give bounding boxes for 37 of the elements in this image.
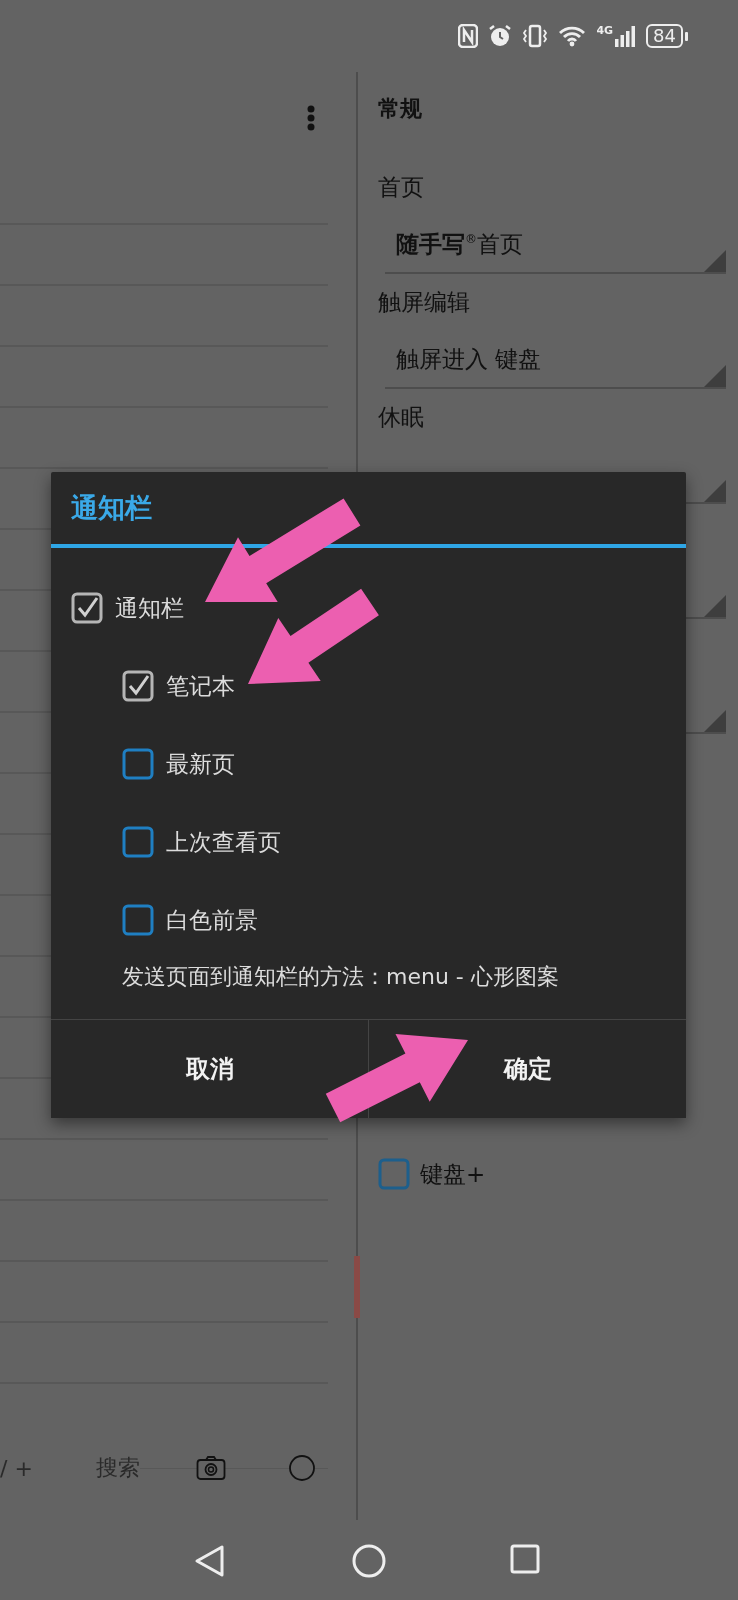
checkbox[interactable] (122, 670, 154, 702)
option-label[interactable]: 通知栏 (115, 592, 184, 624)
home-icon[interactable] (352, 1544, 386, 1578)
section-title: 常规 (378, 95, 422, 123)
checkbox[interactable] (122, 826, 154, 858)
cancel-button[interactable]: 取消 (51, 1020, 368, 1118)
dropdown-triangle-icon[interactable] (704, 595, 726, 617)
battery-level: 84 (646, 24, 683, 48)
recents-icon[interactable] (510, 1544, 540, 1574)
wifi-icon (558, 25, 587, 47)
setting-label: 休眠 (378, 403, 424, 432)
dialog-title: 通知栏 (71, 491, 152, 525)
back-icon[interactable] (194, 1544, 226, 1578)
checkbox[interactable] (71, 592, 103, 624)
more-icon[interactable] (306, 105, 316, 131)
scrollbar-thumb (354, 1256, 360, 1318)
setting-label: 触屏编辑 (378, 288, 470, 317)
checkbox[interactable] (122, 748, 154, 780)
option-label[interactable]: 笔记本 (166, 670, 235, 702)
alarm-icon (488, 24, 513, 48)
vibrate-icon (522, 24, 549, 48)
circle-icon[interactable] (288, 1454, 316, 1482)
setting-label: 首页 (378, 173, 424, 202)
signal-icon (614, 25, 637, 47)
option-label[interactable]: 最新页 (166, 748, 235, 780)
network-type: 4G (596, 25, 614, 36)
dropdown-triangle-icon[interactable] (704, 480, 726, 502)
dropdown-triangle-icon[interactable] (704, 710, 726, 732)
checkbox[interactable] (122, 904, 154, 936)
hint-text: 发送页面到通知栏的方法：menu - 心形图案 (122, 963, 559, 991)
dropdown-triangle-icon[interactable] (704, 365, 726, 387)
nfc-icon (458, 24, 479, 48)
checkbox[interactable] (378, 1158, 410, 1190)
option-label[interactable]: 白色前景 (166, 904, 258, 936)
dropdown-triangle-icon[interactable] (704, 250, 726, 272)
camera-icon[interactable] (196, 1455, 226, 1481)
option-label[interactable]: 上次查看页 (166, 826, 281, 858)
